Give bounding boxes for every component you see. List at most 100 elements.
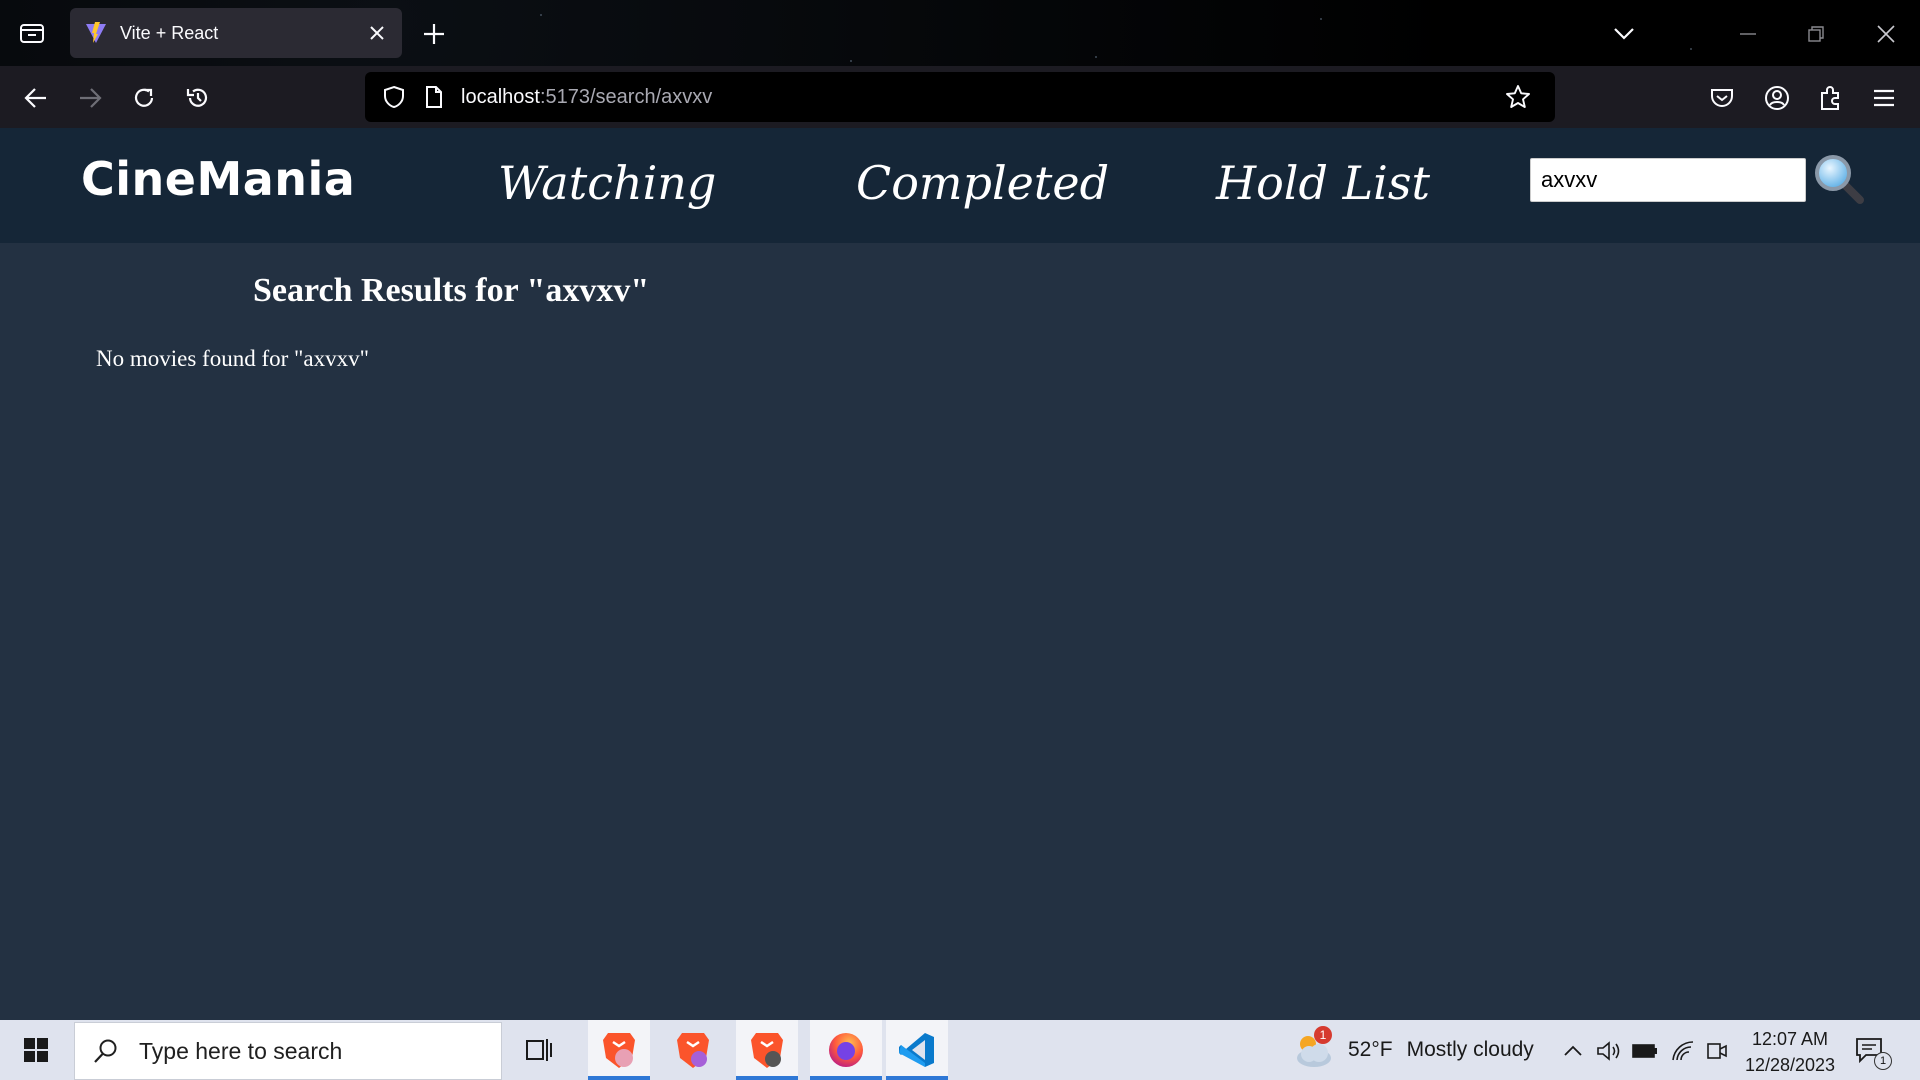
menu-icon [1874,89,1894,107]
tab-title: Vite + React [120,22,219,43]
forward-icon [80,88,102,108]
active-indicator [886,1076,948,1080]
url-path: :5173/search/axvxv [539,85,713,108]
magnifier-icon [1815,155,1864,204]
forward-button[interactable] [74,82,106,114]
taskbar-app-firefox[interactable] [810,1020,882,1080]
taskbar-app-brave-1[interactable] [588,1020,650,1080]
history-button[interactable] [182,82,214,114]
notification-center-button[interactable]: 1 [1854,1036,1892,1070]
brave-icon [603,1033,635,1068]
weather-alert-badge: 1 [1314,1026,1332,1044]
taskbar: Type here to search 1 52°F Mostly cloudy [0,1020,1920,1080]
restore-icon [1808,26,1824,42]
search-button[interactable] [1812,152,1866,206]
minimize-button[interactable] [1734,20,1762,48]
back-icon [24,88,46,108]
extensions-button[interactable] [1815,82,1847,114]
close-window-button[interactable] [1872,20,1900,48]
chevron-up-icon [1564,1045,1582,1056]
bookmark-star-button[interactable] [1505,84,1531,110]
search-icon [93,1038,119,1064]
movie-search-input[interactable] [1530,158,1806,202]
restore-button[interactable] [1802,20,1830,48]
nav-link-watching[interactable]: Watching [498,156,716,210]
system-clock[interactable]: 12:07 AM 12/28/2023 [1740,1026,1840,1078]
url-host: localhost [461,85,540,108]
pocket-button[interactable] [1706,82,1738,114]
taskbar-search-placeholder: Type here to search [139,1037,343,1064]
app-header: CineMania Watching Completed Hold List [0,128,1920,243]
windows-start-icon [24,1038,48,1062]
volume-icon [1597,1041,1620,1061]
tab-close-button[interactable] [366,22,388,44]
minimize-icon [1740,33,1756,35]
start-button[interactable] [0,1020,72,1080]
tab-list-button[interactable] [0,0,64,66]
active-indicator [588,1076,650,1080]
vite-favicon-icon [86,22,106,43]
list-all-tabs-button[interactable] [1610,20,1638,48]
url-bar[interactable]: localhost:5173/search/axvxv [365,72,1555,122]
nav-link-hold-list[interactable]: Hold List [1216,156,1430,210]
star-decoration [850,60,852,62]
site-info-button[interactable] [421,84,447,110]
clock-date: 12/28/2023 [1744,1055,1836,1075]
star-decoration [540,14,542,16]
chevron-down-icon [1614,28,1634,40]
active-indicator [736,1076,798,1080]
new-tab-button[interactable] [420,20,448,48]
battery-icon [1632,1044,1657,1058]
battery-button[interactable] [1632,1038,1658,1064]
task-view-icon [526,1039,552,1061]
close-icon [1877,25,1895,43]
brave-icon [677,1033,709,1068]
star-icon [1506,85,1530,108]
star-decoration [1095,56,1097,58]
reload-button[interactable] [128,82,160,114]
weather-temperature: 52°F [1348,1038,1393,1061]
task-view-button[interactable] [508,1020,570,1080]
account-icon [1765,86,1789,110]
star-decoration [1320,18,1322,20]
browser-tab-bar: Vite + React [0,0,1920,66]
weather-description: Mostly cloudy [1406,1038,1534,1061]
app-menu-button[interactable] [1868,82,1900,114]
taskbar-app-brave-3[interactable] [736,1020,798,1080]
reload-icon [134,88,154,107]
extensions-icon [1821,86,1839,110]
results-title: Search Results for "axvxv" [253,272,650,309]
show-hidden-icons-button[interactable] [1560,1038,1586,1064]
firefox-icon [829,1033,863,1067]
browser-nav-bar: localhost:5173/search/axvxv [0,66,1920,128]
vscode-icon [899,1033,934,1067]
pocket-icon [1711,89,1733,107]
weather-widget[interactable]: 1 52°F Mostly cloudy [1292,1026,1534,1070]
tab-list-icon [20,24,44,43]
close-icon [370,26,384,40]
account-button[interactable] [1761,82,1793,114]
taskbar-app-vscode[interactable] [886,1020,948,1080]
brave-icon [751,1033,783,1068]
star-decoration [1690,48,1692,50]
plus-icon [424,24,444,44]
page-icon [426,86,442,108]
taskbar-app-brave-2[interactable] [662,1020,724,1080]
volume-button[interactable] [1596,1038,1622,1064]
active-indicator [810,1076,882,1080]
back-button[interactable] [20,82,52,114]
nav-link-completed[interactable]: Completed [856,156,1109,210]
app-logo[interactable]: CineMania [81,152,355,206]
taskbar-search-box[interactable]: Type here to search [74,1022,502,1080]
network-button[interactable] [1670,1038,1696,1064]
notification-count: 1 [1874,1052,1892,1070]
wifi-icon [1672,1041,1694,1061]
weather-cloud-icon: 1 [1292,1026,1334,1070]
tracking-protection-button[interactable] [381,84,407,110]
meet-now-button[interactable] [1704,1038,1730,1064]
browser-tab[interactable]: Vite + React [70,8,402,58]
clock-time: 12:07 AM [1751,1029,1829,1049]
history-icon [186,88,208,107]
no-results-message: No movies found for "axvxv" [96,346,370,371]
meet-icon [1707,1043,1727,1059]
